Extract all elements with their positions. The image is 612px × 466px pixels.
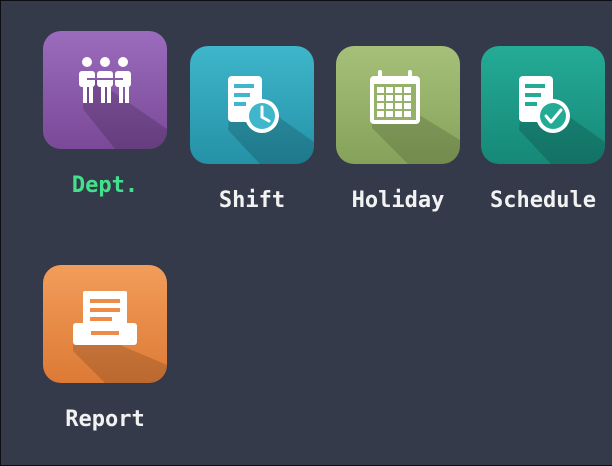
holiday-calendar-icon[interactable] <box>336 46 460 164</box>
menu-item-shift[interactable]: Shift <box>190 46 314 236</box>
menu-label-schedule[interactable]: Schedule <box>481 188 605 213</box>
menu-item-schedule[interactable]: Schedule <box>481 46 605 236</box>
menu-item-holiday[interactable]: Holiday <box>336 46 460 236</box>
menu-item-dept[interactable]: Dept. <box>43 31 167 221</box>
menu-label-holiday[interactable]: Holiday <box>336 188 460 213</box>
attendance-menu-screen: Dept. Shift Holiday Schedule Report <box>0 0 612 466</box>
schedule-check-document-icon[interactable] <box>481 46 605 164</box>
dept-people-icon[interactable] <box>43 31 167 149</box>
shift-clock-document-icon[interactable] <box>190 46 314 164</box>
menu-label-dept[interactable]: Dept. <box>43 173 167 198</box>
menu-label-report[interactable]: Report <box>43 407 167 432</box>
menu-label-shift[interactable]: Shift <box>190 188 314 213</box>
report-tray-icon[interactable] <box>43 265 167 383</box>
menu-item-report[interactable]: Report <box>43 265 167 455</box>
